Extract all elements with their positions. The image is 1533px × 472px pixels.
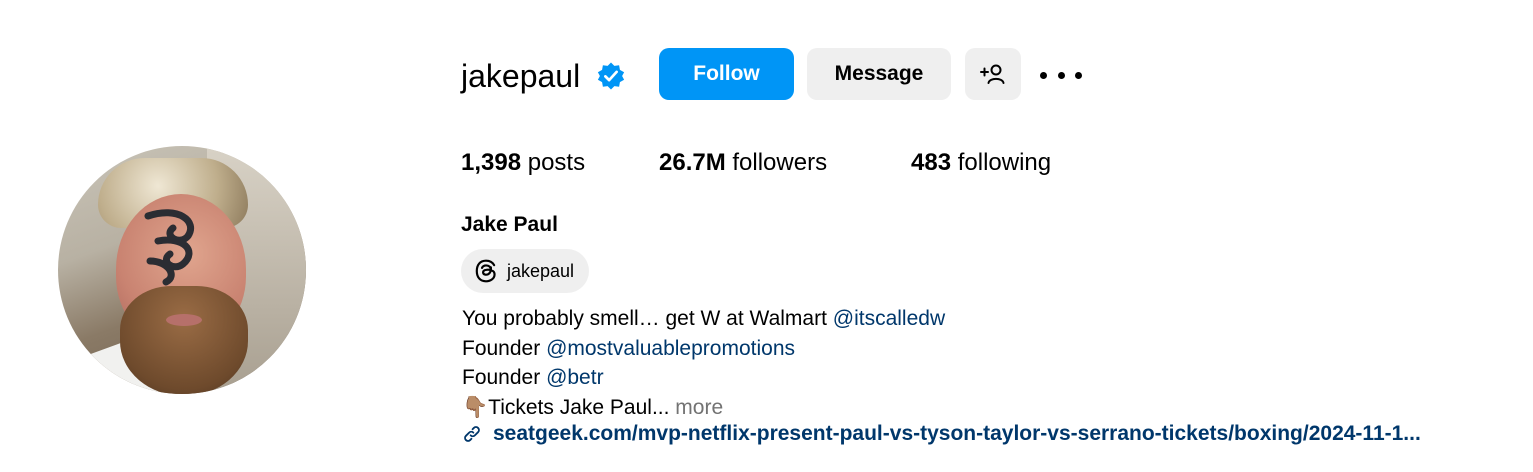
- bio-mention-link[interactable]: @mostvaluablepromotions: [546, 337, 795, 360]
- bio-mention-link[interactable]: @itscalledw: [833, 307, 945, 330]
- followers-count: 26.7M: [659, 149, 726, 176]
- verified-badge-icon: [597, 62, 625, 90]
- bio-line: Founder @mostvaluablepromotions: [462, 334, 945, 364]
- posts-label: posts: [527, 149, 586, 176]
- external-link[interactable]: seatgeek.com/mvp-netflix-present-paul-vs…: [461, 422, 1421, 446]
- threads-handle: jakepaul: [507, 260, 575, 281]
- following-count: 483: [911, 149, 952, 176]
- avatar-mouth: [166, 314, 202, 326]
- bio-text: Tickets Jake Paul...: [488, 395, 676, 419]
- profile-username: jakepaul: [461, 58, 581, 94]
- suggested-accounts-button[interactable]: [965, 48, 1021, 100]
- more-dot: [1040, 71, 1047, 79]
- bio-text: Founder: [462, 366, 547, 389]
- message-button[interactable]: Message: [807, 48, 951, 100]
- profile-full-name: Jake Paul: [461, 213, 558, 236]
- follow-button[interactable]: Follow: [659, 48, 794, 100]
- profile-bio: You probably smell… get W at Walmart @it…: [462, 304, 945, 422]
- link-icon: [464, 426, 480, 442]
- threads-icon: [475, 259, 496, 283]
- following-label: following: [957, 149, 1052, 176]
- bio-mention-link[interactable]: @betr: [546, 366, 604, 389]
- avatar-beard: [120, 286, 248, 394]
- face-tattoo-graphic: [144, 209, 194, 286]
- posts-count: 1,398: [461, 149, 522, 176]
- bio-text: You probably smell… get W at Walmart: [462, 307, 833, 330]
- bio-text: Founder: [462, 336, 547, 360]
- followers-label: followers: [732, 149, 828, 176]
- more-dot: [1057, 71, 1065, 79]
- more-dot: [1075, 71, 1082, 79]
- bio-line: Founder @betr: [462, 363, 945, 393]
- posts-stat: 1,398 posts: [461, 148, 585, 178]
- external-link-text[interactable]: seatgeek.com/mvp-netflix-present-paul-vs…: [493, 422, 1421, 446]
- bio-line: You probably smell… get W at Walmart @it…: [462, 304, 945, 334]
- bio-line: 👇🏽Tickets Jake Paul... more: [462, 393, 945, 423]
- threads-profile-link[interactable]: jakepaul: [461, 249, 589, 293]
- followers-stat[interactable]: 26.7M followers: [659, 148, 827, 178]
- following-stat[interactable]: 483 following: [911, 148, 1051, 178]
- profile-avatar[interactable]: [58, 146, 306, 394]
- pointing-down-emoji: 👇🏽: [462, 395, 489, 419]
- person-add-icon: [980, 64, 1005, 84]
- more-options-icon[interactable]: [1040, 62, 1082, 88]
- bio-more-button[interactable]: more: [675, 396, 723, 419]
